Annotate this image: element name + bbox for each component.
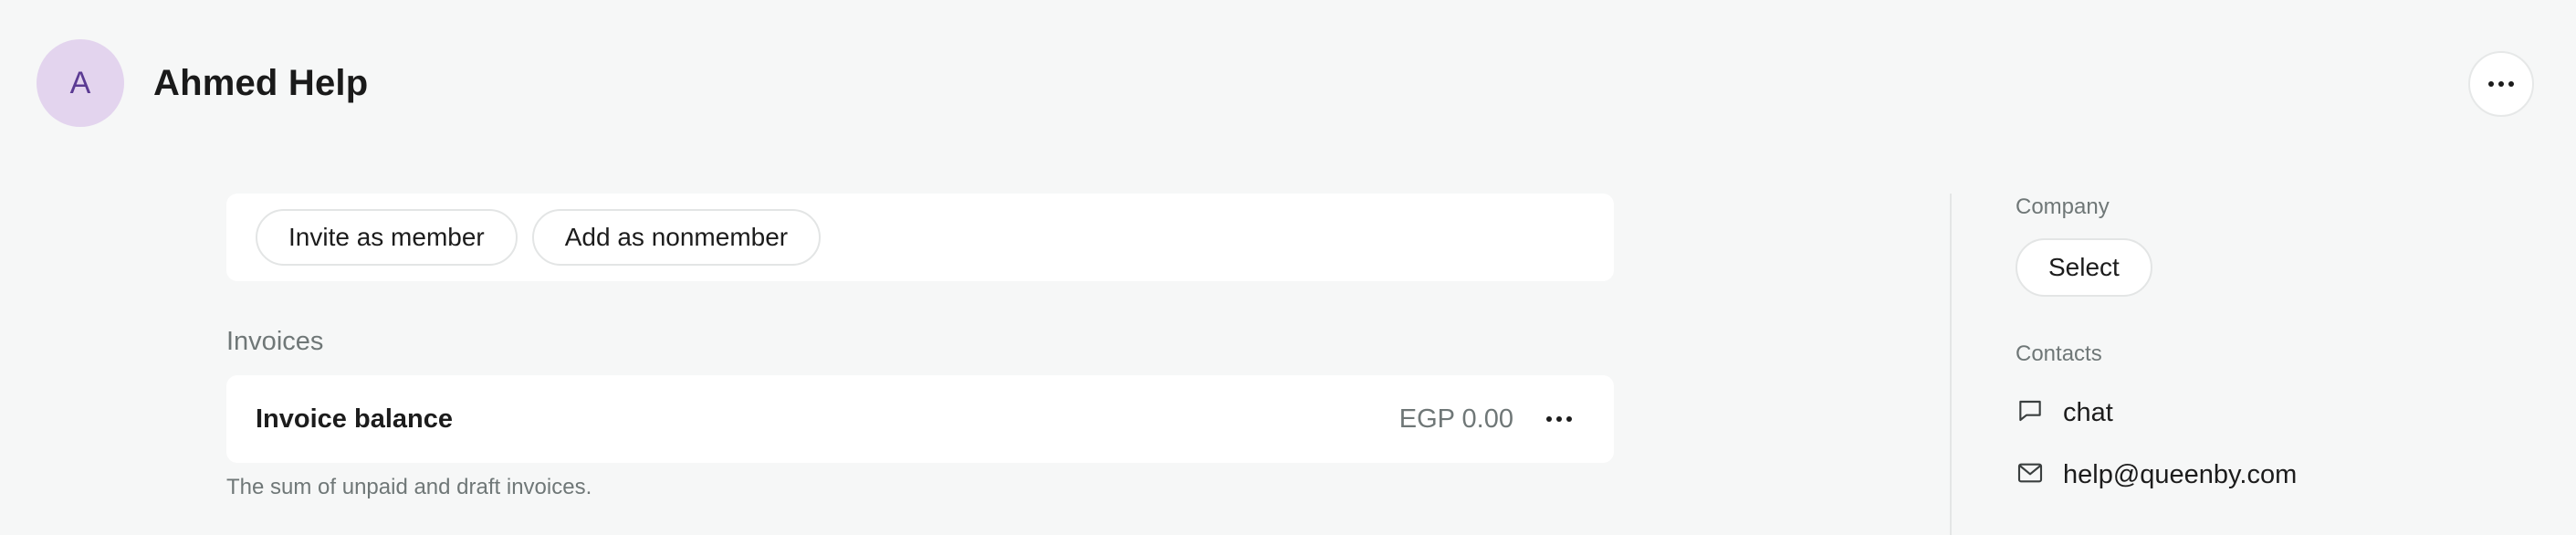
avatar: A (37, 39, 124, 127)
contact-page: A Ahmed Help Invite as member Add as non… (0, 0, 2576, 535)
invite-as-member-button[interactable]: Invite as member (256, 209, 518, 266)
chat-bubble-icon (2016, 396, 2045, 430)
invoice-balance-hint: The sum of unpaid and draft invoices. (226, 475, 592, 499)
sidebar-divider (1950, 194, 1952, 535)
contact-chat-text: chat (2063, 397, 2113, 427)
contact-item-chat[interactable]: chat (2016, 394, 2113, 431)
membership-actions-card: Invite as member Add as nonmember (226, 194, 1614, 281)
invoice-more-button[interactable] (1534, 393, 1585, 445)
company-select-button[interactable]: Select (2016, 238, 2152, 297)
contact-email-text: help@queenby.com (2063, 459, 2298, 489)
more-horizontal-icon (1546, 416, 1572, 422)
invoices-section-label: Invoices (226, 327, 324, 356)
page-title: Ahmed Help (153, 62, 369, 103)
contacts-label: Contacts (2016, 341, 2102, 366)
contact-item-email[interactable]: help@queenby.com (2016, 456, 2297, 493)
invoice-balance-amount: EGP 0.00 (1398, 404, 1513, 434)
contact-header: A Ahmed Help (37, 39, 368, 127)
company-label: Company (2016, 194, 2110, 219)
more-options-button[interactable] (2468, 51, 2534, 117)
avatar-initial: A (69, 65, 91, 100)
add-as-nonmember-button[interactable]: Add as nonmember (531, 209, 822, 266)
more-horizontal-icon (2488, 81, 2514, 87)
mail-icon (2016, 458, 2045, 492)
invoice-balance-label: Invoice balance (256, 404, 453, 434)
invoice-balance-card: Invoice balance EGP 0.00 (226, 375, 1614, 463)
